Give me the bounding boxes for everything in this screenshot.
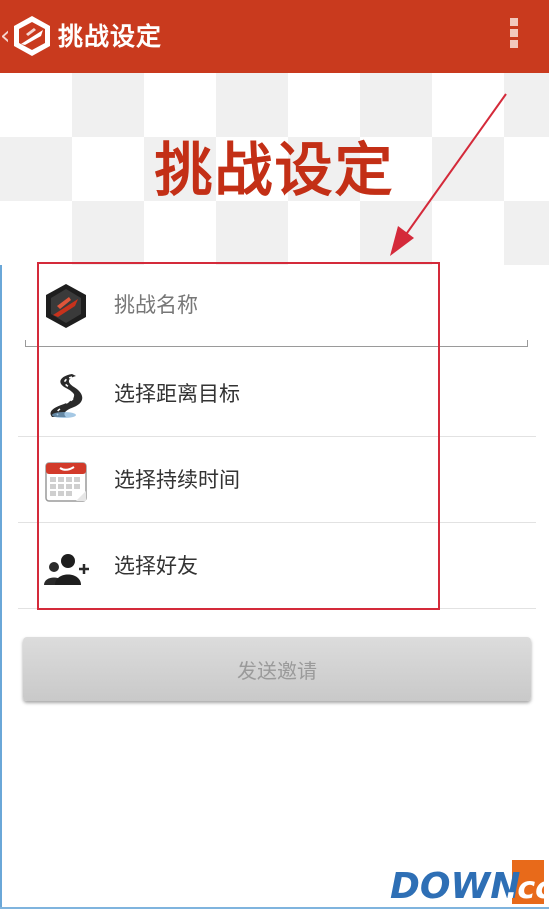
overflow-menu-icon[interactable] xyxy=(506,18,522,56)
svg-text:.cc: .cc xyxy=(506,871,546,906)
highlight-box xyxy=(37,262,440,610)
down-cc-watermark-logo: DOWN .cc xyxy=(390,860,546,906)
app-logo-icon xyxy=(14,16,50,56)
annotation-arrow-icon xyxy=(390,93,507,256)
app-bar-title: 挑战设定 xyxy=(58,22,163,51)
svg-text:DOWN: DOWN xyxy=(390,866,520,906)
back-button[interactable]: ‹ xyxy=(0,22,12,50)
app-bar: ‹ 挑战设定 xyxy=(0,0,549,73)
send-invitation-button[interactable]: 发送邀请 xyxy=(23,637,531,701)
